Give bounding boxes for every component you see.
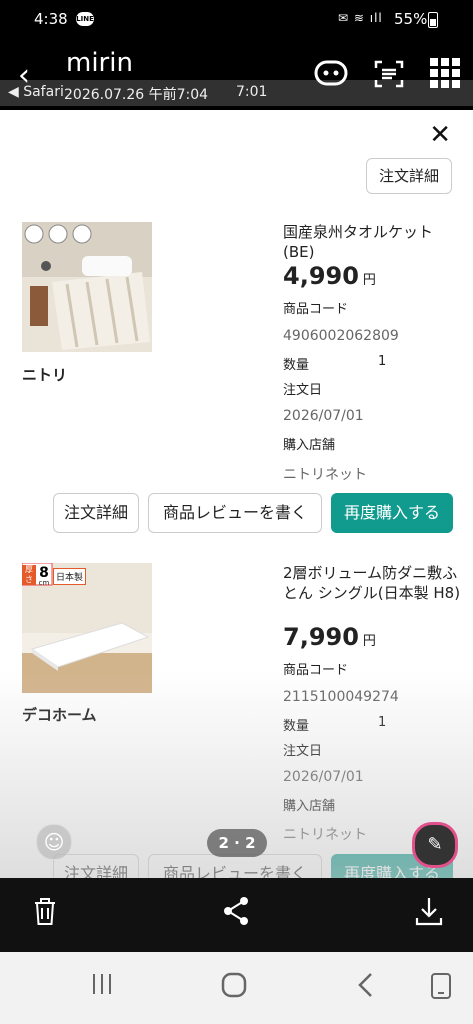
brand-name: デコホーム: [22, 706, 97, 724]
store-label: 購入店舗: [283, 799, 336, 814]
system-nav-bar: [0, 952, 473, 1024]
status-time: 4:38: [34, 10, 68, 28]
product-image-towel[interactable]: [22, 222, 152, 352]
store-name: ニトリネット: [283, 827, 367, 843]
quantity-label: 数量: [283, 358, 310, 373]
write-review-button[interactable]: 商品レビューを書く: [148, 493, 322, 533]
status-bar: 4:38 LINE ✉ ≋ ıll 55%: [0, 0, 473, 40]
quantity-label: 数量: [283, 719, 310, 734]
brand-name: ニトリ: [22, 366, 68, 384]
chat-name: mirin: [66, 48, 133, 78]
page-indicator: 2 · 2: [207, 829, 267, 857]
order-history-page: ✕ 注文詳細 ニトリ 国産泉州タオルケット(BE) 4,990 円 商品コード 4…: [0, 110, 473, 878]
product-code-label: 商品コード: [283, 302, 349, 317]
store-label: 購入店舗: [283, 438, 336, 453]
order-detail-button[interactable]: 注文詳細: [53, 493, 139, 533]
battery-percent: 55%: [394, 10, 428, 28]
back-icon[interactable]: [356, 972, 376, 1005]
text-scan-icon[interactable]: [374, 60, 404, 92]
product-code: 2115100049274: [283, 689, 399, 705]
product-code-label: 商品コード: [283, 663, 349, 678]
emoji-reaction-icon[interactable]: ☺: [36, 824, 72, 860]
thickness-badge-unit: cm: [38, 579, 50, 587]
order-date: 2026/07/01: [283, 408, 364, 424]
quantity-value: 1: [378, 354, 387, 369]
order-date-label: 注文日: [283, 383, 323, 398]
back-chevron-icon[interactable]: ‹: [18, 58, 30, 93]
close-icon[interactable]: ✕: [429, 120, 451, 150]
signal-wifi-icons: ✉ ≋ ıll: [338, 11, 383, 25]
home-icon[interactable]: [221, 972, 247, 1005]
edit-pen-icon[interactable]: ✎: [412, 822, 458, 868]
grid-menu-icon[interactable]: [430, 58, 460, 92]
overlay-datetime: 2026.07.26 午前7:04: [64, 87, 209, 103]
product-name[interactable]: 国産泉州タオルケット(BE): [283, 222, 463, 262]
order-date-label: 注文日: [283, 744, 323, 759]
made-in-japan-badge: 日本製: [53, 568, 87, 585]
thickness-badge-label: 厚さ: [22, 565, 36, 585]
quantity-value: 1: [378, 715, 387, 730]
download-icon[interactable]: [414, 896, 444, 932]
line-notification-icon: LINE: [76, 12, 94, 26]
product-price: 7,990 円: [283, 623, 376, 651]
bot-icon[interactable]: [314, 58, 348, 92]
order-detail-button[interactable]: 注文詳細: [53, 854, 139, 878]
trash-icon[interactable]: [32, 896, 58, 932]
store-name: ニトリネット: [283, 467, 367, 483]
recent-apps-icon[interactable]: [90, 972, 114, 1003]
share-icon[interactable]: [222, 896, 250, 932]
overlay-app-label: ◀ Safari: [8, 84, 64, 100]
product-name[interactable]: 2層ボリューム防ダニ敷ふとん シングル(日本製 H8): [283, 563, 463, 603]
product-code: 4906002062809: [283, 328, 399, 344]
order-date: 2026/07/01: [283, 769, 364, 785]
overlay-time: 7:01: [236, 84, 268, 100]
order-detail-button-top[interactable]: 注文詳細: [366, 158, 452, 194]
write-review-button[interactable]: 商品レビューを書く: [148, 854, 322, 878]
keyboard-toggle-icon[interactable]: [430, 972, 452, 1007]
battery-icon: [428, 12, 438, 28]
viewer-toolbar: [0, 878, 473, 952]
product-price: 4,990 円: [283, 262, 376, 290]
rebuy-button[interactable]: 再度購入する: [331, 493, 453, 533]
